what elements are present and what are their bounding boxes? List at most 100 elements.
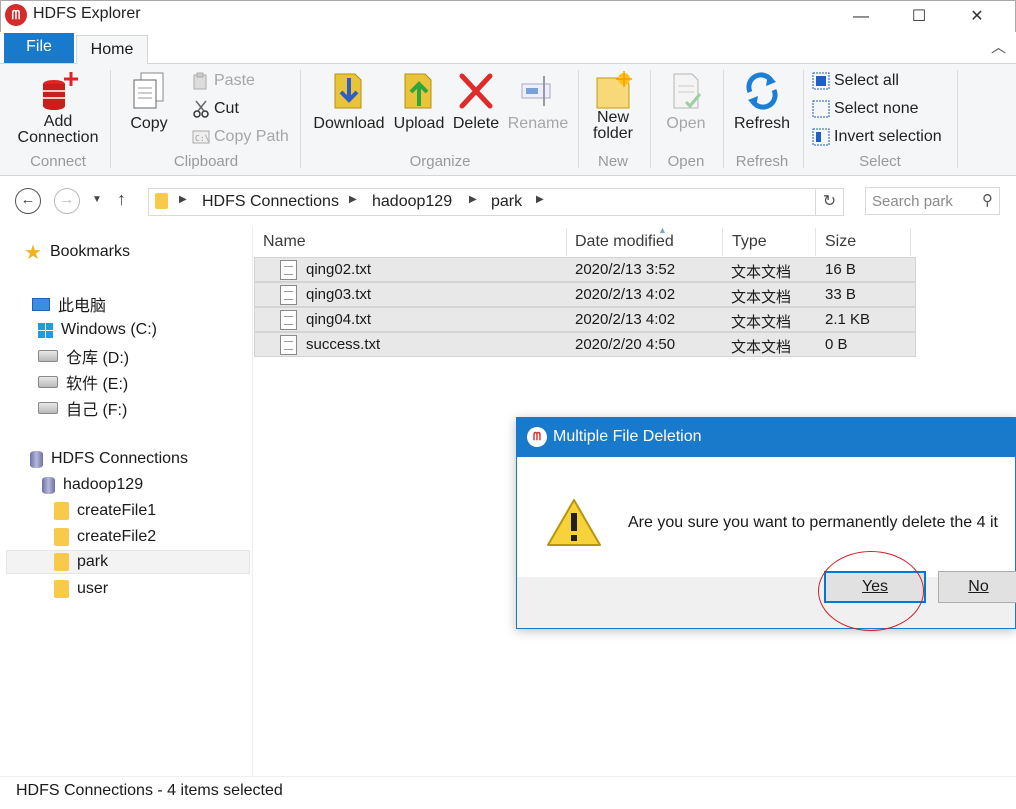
- ribbon-tabs: File Home ︿: [0, 32, 1016, 65]
- text-file-icon: [280, 335, 297, 355]
- tree-item-user[interactable]: user: [54, 577, 108, 601]
- minimize-button[interactable]: —: [832, 1, 890, 33]
- breadcrumb-park[interactable]: park: [491, 193, 522, 211]
- breadcrumb-hdfs-connections[interactable]: HDFS Connections: [202, 193, 339, 211]
- dialog-message: Are you sure you want to permanently del…: [628, 514, 998, 531]
- hard-drive-icon: [38, 350, 58, 362]
- tree-item-drive-c[interactable]: Windows (C:): [38, 318, 157, 342]
- status-text: HDFS Connections - 4 items selected: [16, 782, 283, 799]
- select-none-button[interactable]: Select none: [812, 100, 919, 118]
- ribbon: Add Connection Connect Copy Paste Cut C:…: [0, 64, 1016, 176]
- copy-path-label: Copy Path: [214, 128, 289, 145]
- invert-selection-button[interactable]: Invert selection: [812, 128, 942, 146]
- tree-item-drive-d[interactable]: 仓库 (D:): [38, 344, 129, 368]
- select-all-button[interactable]: Select all: [812, 72, 899, 90]
- forward-icon[interactable]: →: [54, 188, 80, 214]
- upload-icon: [404, 73, 432, 109]
- search-input[interactable]: [866, 188, 974, 214]
- add-connection-button[interactable]: Add Connection: [12, 70, 104, 146]
- column-divider[interactable]: [722, 228, 723, 256]
- file-row[interactable]: qing04.txt 2020/2/13 4:02 文本文档 2.1 KB: [254, 307, 916, 332]
- hard-drive-icon: [38, 402, 58, 414]
- no-button[interactable]: No: [938, 571, 1016, 603]
- file-date: 2020/2/20 4:50: [575, 336, 676, 353]
- file-type: 文本文档: [731, 314, 792, 331]
- tree-item-this-pc[interactable]: 此电脑: [32, 292, 106, 316]
- open-button[interactable]: Open: [656, 70, 716, 132]
- back-icon[interactable]: ←: [15, 188, 41, 214]
- group-divider: [723, 70, 724, 168]
- pane-splitter[interactable]: [252, 226, 253, 776]
- copy-path-icon: C:\: [192, 130, 210, 144]
- breadcrumb-hadoop129[interactable]: hadoop129: [372, 193, 452, 211]
- rename-button[interactable]: Rename: [506, 70, 570, 132]
- app-logo-icon: ᗰ: [527, 427, 547, 447]
- refresh-button[interactable]: Refresh: [730, 70, 794, 132]
- chevron-right-icon[interactable]: ▶: [349, 194, 357, 205]
- address-bar[interactable]: ▶ HDFS Connections ▶ hadoop129 ▶ park ▶: [148, 188, 816, 216]
- tree-item-createfile1[interactable]: createFile1: [54, 499, 156, 523]
- column-divider[interactable]: [566, 228, 567, 256]
- tree-item-hadoop129[interactable]: hadoop129: [42, 473, 143, 497]
- upload-button[interactable]: Upload: [390, 70, 448, 132]
- tree-item-label: Bookmarks: [49, 243, 130, 260]
- cut-button[interactable]: Cut: [192, 100, 239, 118]
- navigation-bar: ← → ▼ ↑ ▶ HDFS Connections ▶ hadoop129 ▶…: [0, 176, 1016, 226]
- new-folder-icon: [596, 71, 632, 109]
- column-header-date[interactable]: Date modified: [575, 233, 674, 251]
- search-icon[interactable]: ⚲: [982, 191, 993, 209]
- column-divider[interactable]: [815, 228, 816, 256]
- tab-file[interactable]: File: [4, 33, 74, 63]
- tree-item-bookmarks[interactable]: ★ Bookmarks: [24, 240, 130, 264]
- copy-button[interactable]: Copy: [120, 70, 178, 132]
- tab-home[interactable]: Home: [76, 35, 148, 65]
- group-divider: [957, 70, 958, 168]
- folder-icon: [155, 193, 168, 209]
- file-row[interactable]: qing03.txt 2020/2/13 4:02 文本文档 33 B: [254, 282, 916, 307]
- delete-confirmation-dialog: ᗰ Multiple File Deletion Are you sure yo…: [516, 417, 1016, 629]
- up-arrow-icon[interactable]: ↑: [117, 189, 126, 210]
- tree-item-hdfs-connections[interactable]: HDFS Connections: [30, 447, 188, 471]
- file-row[interactable]: success.txt 2020/2/20 4:50 文本文档 0 B: [254, 332, 916, 357]
- select-none-icon: [812, 100, 830, 118]
- rename-icon: [521, 76, 551, 106]
- copy-path-button[interactable]: C:\ Copy Path: [192, 128, 289, 146]
- copy-icon: [133, 72, 164, 109]
- chevron-right-icon[interactable]: ▶: [179, 194, 187, 205]
- download-button[interactable]: Download: [310, 70, 388, 132]
- column-header-size[interactable]: Size: [825, 233, 856, 251]
- hard-drive-icon: [38, 376, 58, 388]
- file-name: qing04.txt: [306, 311, 372, 328]
- group-divider: [803, 70, 804, 168]
- tree-item-label: user: [77, 580, 109, 597]
- column-header-name[interactable]: Name: [263, 233, 306, 251]
- delete-button[interactable]: Delete: [450, 70, 502, 132]
- tree-item-drive-e[interactable]: 软件 (E:): [38, 370, 128, 394]
- folder-icon: [54, 502, 69, 520]
- highlight-circle-annotation: [818, 551, 924, 631]
- column-divider[interactable]: [910, 228, 911, 256]
- app-logo-icon: ᗰ: [5, 4, 27, 26]
- collapse-ribbon-icon[interactable]: ︿: [991, 36, 1006, 57]
- column-header-type[interactable]: Type: [732, 233, 767, 251]
- tree-item-createfile2[interactable]: createFile2: [54, 525, 156, 549]
- add-database-icon: [43, 72, 78, 110]
- address-refresh-icon[interactable]: ↻: [816, 188, 844, 216]
- no-button-label: No: [968, 578, 989, 595]
- open-document-icon: [673, 73, 702, 109]
- recent-locations-chevron-down-icon[interactable]: ▼: [92, 194, 102, 205]
- text-file-icon: [280, 285, 297, 305]
- dialog-title-bar[interactable]: ᗰ Multiple File Deletion: [517, 418, 1015, 457]
- file-list-header: ▲ Name Date modified Type Size: [254, 225, 1016, 258]
- new-folder-button[interactable]: New folder: [584, 70, 642, 142]
- paste-button[interactable]: Paste: [192, 72, 255, 90]
- maximize-button[interactable]: ☐: [890, 1, 948, 33]
- file-date: 2020/2/13 4:02: [575, 286, 676, 303]
- chevron-right-icon[interactable]: ▶: [536, 194, 544, 205]
- tree-item-drive-f[interactable]: 自己 (F:): [38, 396, 127, 420]
- file-row[interactable]: qing02.txt 2020/2/13 3:52 文本文档 16 B: [254, 257, 916, 282]
- tree-item-park[interactable]: park: [6, 550, 250, 574]
- chevron-right-icon[interactable]: ▶: [469, 194, 477, 205]
- file-date: 2020/2/13 4:02: [575, 311, 676, 328]
- close-button[interactable]: ✕: [948, 1, 1006, 33]
